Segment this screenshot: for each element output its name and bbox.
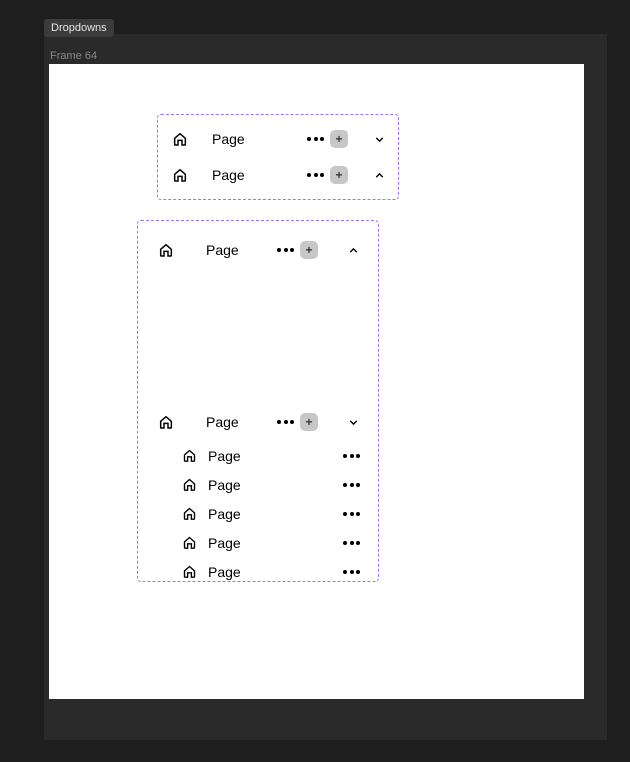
more-icon[interactable] <box>343 512 360 516</box>
home-icon <box>180 477 198 492</box>
dropdown-header[interactable]: Page + <box>138 235 378 265</box>
list-item-label: Page <box>208 477 343 493</box>
chevron-down-icon[interactable] <box>346 416 360 429</box>
list-item-label: Page <box>208 448 343 464</box>
list-item-label: Page <box>208 535 343 551</box>
more-icon[interactable] <box>343 483 360 487</box>
list-item[interactable]: Page <box>138 441 378 470</box>
dropdown-header[interactable]: Page + <box>158 160 398 190</box>
more-icon[interactable] <box>343 570 360 574</box>
dropdown-label: Page <box>212 131 245 147</box>
dropdown-items: Page Page Page <box>138 437 378 586</box>
add-button[interactable]: + <box>300 241 318 259</box>
canvas: Page + Page + <box>49 64 584 699</box>
dropdown-with-items: Page + Page <box>138 407 378 586</box>
list-item[interactable]: Page <box>138 470 378 499</box>
list-item[interactable]: Page <box>138 528 378 557</box>
list-item[interactable]: Page <box>138 557 378 586</box>
chevron-up-icon[interactable] <box>372 169 386 182</box>
home-icon <box>180 448 198 463</box>
home-icon <box>170 167 190 183</box>
list-item[interactable]: Page <box>138 499 378 528</box>
frame-label: Frame 64 <box>50 50 607 62</box>
more-icon[interactable] <box>307 137 324 141</box>
home-icon <box>156 242 176 258</box>
add-button[interactable]: + <box>330 130 348 148</box>
outer-panel: Frame 64 Page + Page <box>44 34 607 740</box>
add-button[interactable]: + <box>330 166 348 184</box>
more-icon[interactable] <box>343 541 360 545</box>
dropdown-label: Page <box>206 242 239 258</box>
home-icon <box>180 535 198 550</box>
home-icon <box>180 564 198 579</box>
dropdown-label: Page <box>212 167 245 183</box>
home-icon <box>180 506 198 521</box>
list-item-label: Page <box>208 506 343 522</box>
add-button[interactable]: + <box>300 413 318 431</box>
more-icon[interactable] <box>343 454 360 458</box>
dropdown-label: Page <box>206 414 239 430</box>
dropdown-group-2: Page + Page + <box>137 220 379 582</box>
dropdown-group-1: Page + Page + <box>157 114 399 200</box>
chevron-down-icon[interactable] <box>372 133 386 146</box>
list-item-label: Page <box>208 564 343 580</box>
chevron-up-icon[interactable] <box>346 244 360 257</box>
dropdown-header[interactable]: Page + <box>158 124 398 154</box>
dropdown-header[interactable]: Page + <box>138 407 378 437</box>
home-icon <box>170 131 190 147</box>
component-tag: Dropdowns <box>44 19 114 37</box>
more-icon[interactable] <box>307 173 324 177</box>
home-icon <box>156 414 176 430</box>
more-icon[interactable] <box>277 420 294 424</box>
more-icon[interactable] <box>277 248 294 252</box>
